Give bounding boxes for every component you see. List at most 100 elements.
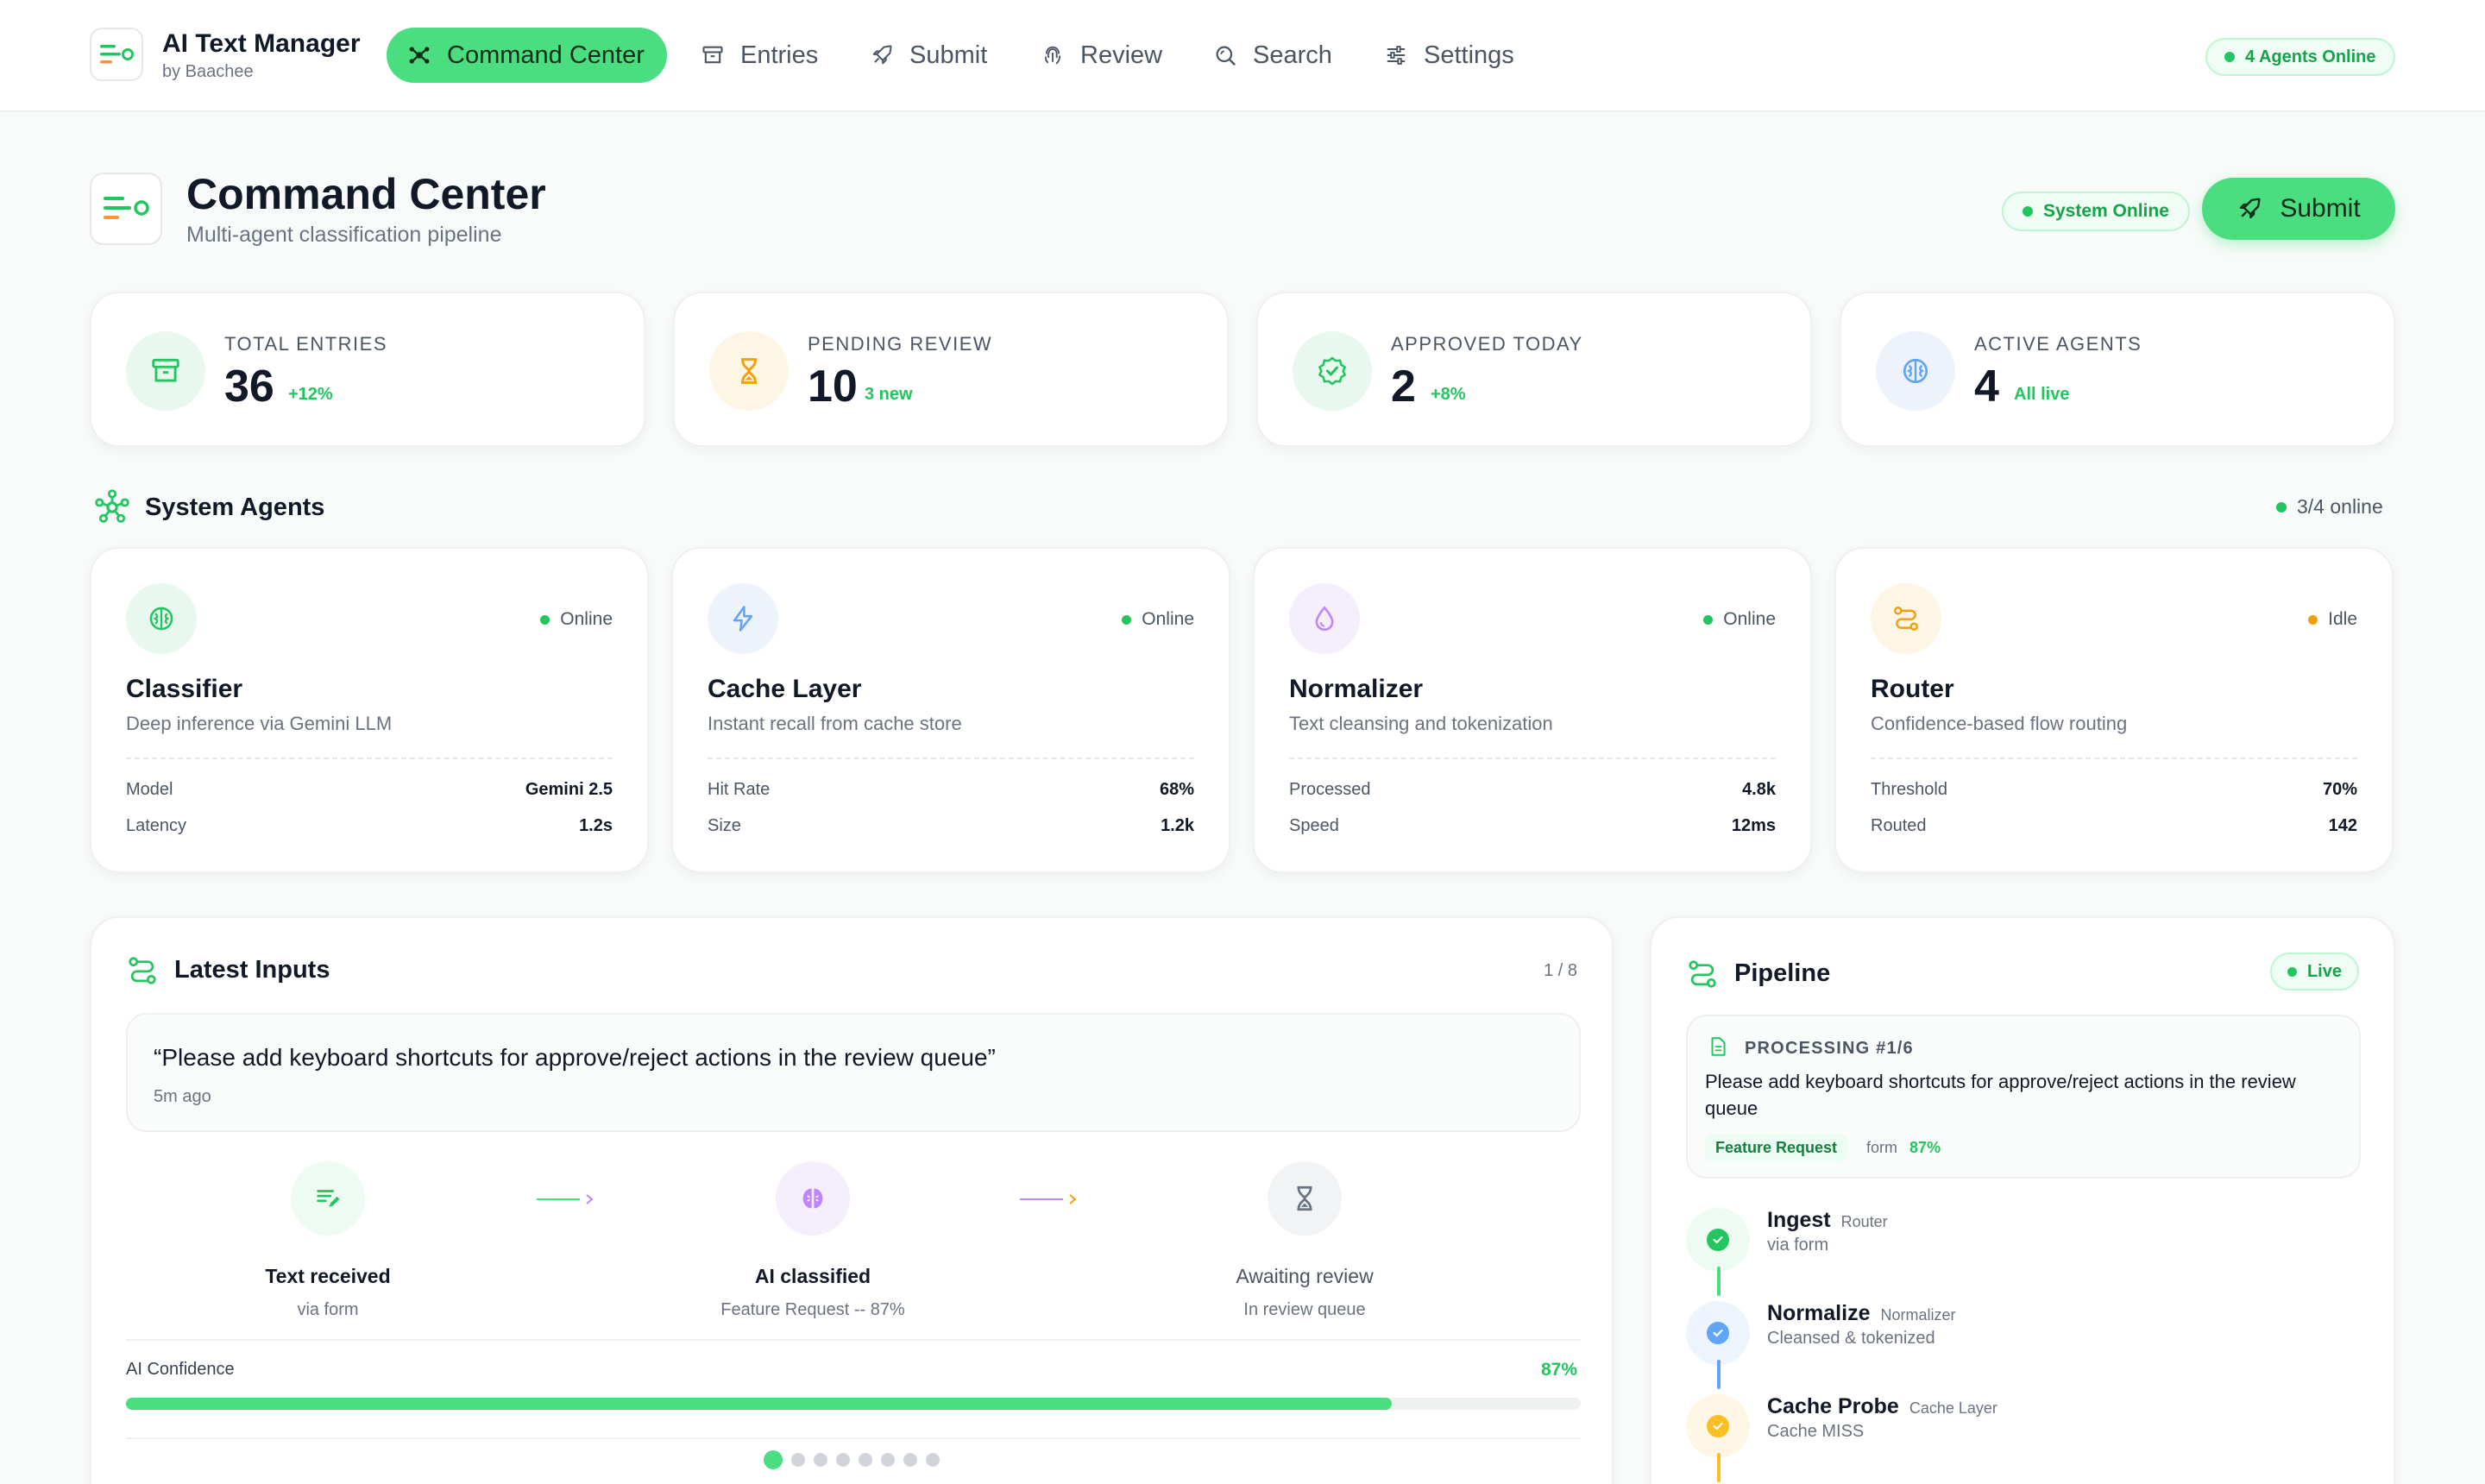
agent-metric-row: Threshold 70% bbox=[1871, 780, 2357, 800]
status-dot bbox=[2224, 52, 2235, 62]
step-awaiting-review: Awaiting review In review queue bbox=[1149, 1161, 1460, 1320]
agent-card-classifier[interactable]: Online Classifier Deep inference via Gem… bbox=[90, 547, 649, 873]
stage-name: Normalize Normalizer bbox=[1767, 1301, 1956, 1326]
pager-indicator: 1 / 8 bbox=[1544, 961, 1577, 980]
confidence-bar bbox=[126, 1398, 1581, 1410]
stat-label: TOTAL ENTRIES bbox=[224, 333, 388, 355]
stage-agent: Cache Layer bbox=[1909, 1399, 1997, 1417]
step-subtitle: Feature Request -- 87% bbox=[720, 1300, 905, 1319]
page-icon bbox=[90, 173, 162, 245]
nav-search[interactable]: Search bbox=[1213, 28, 1332, 83]
live-badge: Live bbox=[2269, 953, 2359, 990]
stage-subtitle: via form bbox=[1767, 1236, 1829, 1254]
divider bbox=[708, 758, 1194, 759]
metric-key: Size bbox=[708, 816, 741, 835]
pager-dot[interactable] bbox=[859, 1453, 872, 1467]
metric-key: Threshold bbox=[1871, 780, 1947, 799]
metric-value: 4.8k bbox=[1742, 780, 1776, 799]
status-dot bbox=[2276, 501, 2287, 512]
stat-card-total-entries: TOTAL ENTRIES 36 +12% bbox=[90, 292, 645, 447]
logo-icon bbox=[104, 197, 149, 219]
route-icon bbox=[1871, 583, 1941, 654]
hourglass-icon bbox=[709, 331, 789, 411]
input-quote-text: “Please add keyboard shortcuts for appro… bbox=[154, 1044, 996, 1071]
rocket-icon bbox=[2240, 198, 2261, 219]
confidence-label: AI Confidence bbox=[126, 1360, 235, 1379]
timeline-connector bbox=[1717, 1360, 1721, 1389]
route-icon bbox=[129, 957, 156, 984]
stage-subtitle: Cache MISS bbox=[1767, 1422, 1865, 1441]
timeline-connector bbox=[1717, 1453, 1721, 1482]
nav-submit[interactable]: Submit bbox=[870, 28, 987, 83]
status-dot bbox=[2023, 206, 2033, 217]
search-icon bbox=[1216, 46, 1236, 66]
divider bbox=[126, 758, 613, 759]
processing-text: Please add keyboard shortcuts for approv… bbox=[1705, 1071, 2296, 1119]
stage-name-text: Cache Probe bbox=[1767, 1394, 1899, 1418]
step-subtitle: via form bbox=[297, 1300, 359, 1319]
status-dot bbox=[1122, 614, 1132, 625]
pager-dot[interactable] bbox=[764, 1450, 783, 1469]
app-title: AI Text Manager bbox=[162, 29, 361, 58]
agent-metric-row: Processed 4.8k bbox=[1289, 780, 1776, 800]
metric-key: Processed bbox=[1289, 780, 1371, 799]
stat-delta: All live bbox=[2014, 385, 2070, 404]
app-logo[interactable] bbox=[90, 28, 143, 81]
lightning-icon bbox=[708, 583, 778, 654]
input-quote-card[interactable]: “Please add keyboard shortcuts for appro… bbox=[126, 1013, 1581, 1132]
processing-card[interactable]: PROCESSING #1/6 Please add keyboard shor… bbox=[1686, 1015, 2361, 1179]
pager-dot[interactable] bbox=[881, 1453, 895, 1467]
latest-inputs-title: Latest Inputs bbox=[174, 956, 330, 984]
agent-name: Cache Layer bbox=[708, 675, 862, 703]
top-navbar: AI Text Manager by Baachee Command Cente… bbox=[0, 0, 2485, 112]
metric-value: 70% bbox=[2322, 780, 2357, 799]
metric-key: Hit Rate bbox=[708, 780, 771, 799]
brain-icon bbox=[776, 1161, 850, 1236]
agent-metric-row: Model Gemini 2.5 bbox=[126, 780, 613, 800]
agent-description: Confidence-based flow routing bbox=[1871, 713, 2128, 734]
agent-card-router[interactable]: Idle Router Confidence-based flow routin… bbox=[1834, 547, 2394, 873]
stage-subtitle: Cleansed & tokenized bbox=[1767, 1329, 1935, 1348]
stage-normalize-marker bbox=[1686, 1301, 1750, 1365]
status-dot bbox=[2308, 614, 2318, 625]
score-text: 87% bbox=[1909, 1139, 1941, 1156]
agent-status: Online bbox=[540, 609, 613, 630]
step-title: AI classified bbox=[754, 1265, 871, 1287]
nav-settings[interactable]: Settings bbox=[1384, 28, 1514, 83]
agent-metric-row: Speed 12ms bbox=[1289, 816, 1776, 836]
divider bbox=[1289, 758, 1776, 759]
pager-dot[interactable] bbox=[836, 1453, 850, 1467]
divider bbox=[1871, 758, 2357, 759]
pager-dot[interactable] bbox=[814, 1453, 827, 1467]
pager-dot[interactable] bbox=[791, 1453, 805, 1467]
agent-status: Online bbox=[1122, 609, 1194, 630]
pager-dot[interactable] bbox=[903, 1453, 917, 1467]
archive-icon bbox=[126, 331, 205, 411]
step-title: Awaiting review bbox=[1236, 1265, 1374, 1287]
agent-name: Router bbox=[1871, 675, 1954, 703]
nav-label: Settings bbox=[1424, 41, 1514, 69]
agent-card-cache-layer[interactable]: Online Cache Layer Instant recall from c… bbox=[671, 547, 1230, 873]
fingerprint-icon bbox=[1044, 46, 1061, 65]
pager-dot[interactable] bbox=[926, 1453, 940, 1467]
submit-button[interactable]: Submit bbox=[2202, 178, 2395, 240]
status-dot bbox=[2287, 966, 2297, 977]
sliders-icon bbox=[1387, 46, 1406, 65]
agent-status-text: Online bbox=[1723, 609, 1776, 629]
nav-command-center[interactable]: Command Center bbox=[387, 28, 667, 83]
metric-value: 1.2s bbox=[579, 816, 613, 835]
agent-card-normalizer[interactable]: Online Normalizer Text cleansing and tok… bbox=[1253, 547, 1812, 873]
confidence-bar-fill bbox=[126, 1398, 1392, 1410]
timeline-connector bbox=[1717, 1267, 1721, 1296]
nav-review[interactable]: Review bbox=[1041, 28, 1162, 83]
arrow-icon bbox=[537, 1194, 594, 1204]
metric-value: 1.2k bbox=[1161, 816, 1194, 835]
status-dot bbox=[540, 614, 550, 625]
nav-label: Submit bbox=[909, 41, 988, 69]
stat-value: 2 bbox=[1391, 362, 1416, 412]
stat-value: 4 bbox=[1974, 362, 1999, 412]
agent-status-text: Online bbox=[560, 609, 613, 629]
system-agents-title: System Agents bbox=[145, 494, 325, 521]
nav-entries[interactable]: Entries bbox=[701, 28, 818, 83]
nav-label: Entries bbox=[740, 41, 819, 69]
